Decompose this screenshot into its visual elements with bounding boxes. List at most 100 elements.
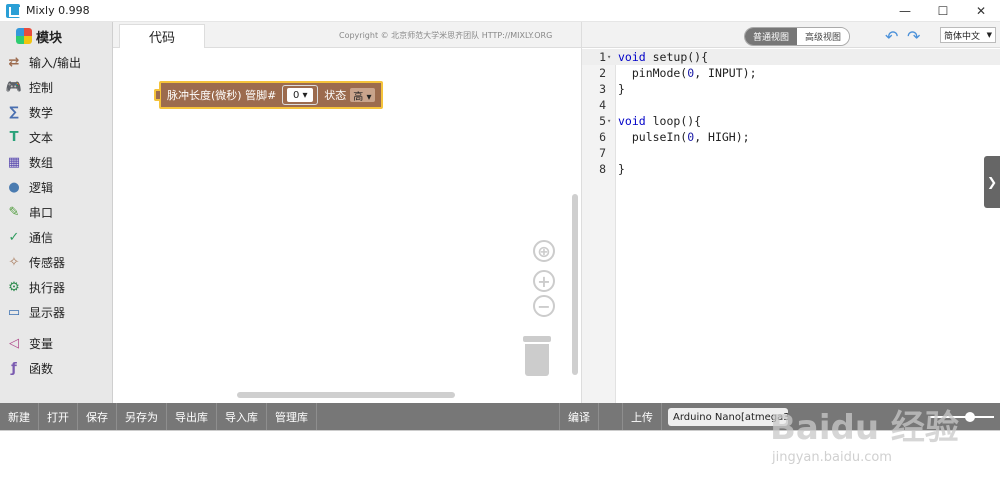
sidebar-header: 模块 xyxy=(0,22,112,50)
code-rest: } xyxy=(618,82,625,96)
actuator-icon: ⚙ xyxy=(8,280,20,295)
undo-icon[interactable]: ↶ xyxy=(885,27,898,46)
fold-marker-icon[interactable]: ▾ xyxy=(606,113,616,129)
monitor-icon: ▭ xyxy=(7,305,21,320)
bulb-icon: ● xyxy=(8,180,20,195)
fold-marker-icon[interactable] xyxy=(606,97,616,113)
recenter-icon[interactable]: ⊕ xyxy=(533,240,555,262)
code-line[interactable]: 5 ▾ void loop(){ xyxy=(582,113,1000,129)
code-editor[interactable]: 1 ▾ void setup(){2 pinMode(0, INPUT); 3} 4 5 ▾… xyxy=(582,49,1000,177)
sidebar-header-label: 模块 xyxy=(36,30,63,46)
line-number: 6 xyxy=(599,130,606,144)
sidebar-item[interactable]: ✎ 串口 xyxy=(0,200,112,225)
fold-marker-icon[interactable] xyxy=(606,129,616,145)
fold-marker-icon[interactable] xyxy=(606,161,616,177)
sidebar-item[interactable]: ∑ 数学 xyxy=(0,100,112,125)
baidu-watermark: Baidu 经验 xyxy=(770,408,959,448)
puzzle-icon xyxy=(16,28,32,44)
sidebar-item[interactable]: ⇄ 输入/输出 xyxy=(0,50,112,75)
minimize-button[interactable]: — xyxy=(886,0,924,22)
sidebar-item-label: 执行器 xyxy=(29,281,66,295)
code-line[interactable]: 4 xyxy=(582,97,1000,113)
state-dropdown[interactable]: 高 ▾ xyxy=(350,88,375,103)
code-number: 0 xyxy=(687,66,695,80)
redo-icon[interactable]: ↷ xyxy=(907,27,920,46)
trash-icon[interactable] xyxy=(523,336,551,376)
maximize-button[interactable]: ☐ xyxy=(924,0,962,22)
title-bar: Mixly 0.998 — ☐ ✕ xyxy=(0,0,1000,22)
tab-code[interactable]: 代码 xyxy=(119,24,205,48)
sidebar-item-label: 输入/输出 xyxy=(29,56,82,70)
zoom-out-icon[interactable]: − xyxy=(533,295,555,317)
line-number: 7 xyxy=(599,146,606,160)
gamepad-icon: 🎮 xyxy=(5,80,23,95)
sidebar-item[interactable]: ▭ 显示器 xyxy=(0,300,112,325)
sidebar-item-label: 显示器 xyxy=(29,306,66,320)
code-keyword: void xyxy=(618,50,646,64)
code-line[interactable]: 3} xyxy=(582,81,1000,97)
sidebar-item[interactable]: ƒ 函数 xyxy=(0,356,112,381)
toolbar-button[interactable]: 导出库 xyxy=(167,403,217,430)
sidebar-item[interactable]: 🎮 控制 xyxy=(0,75,112,100)
compile-button[interactable]: 编译 xyxy=(559,403,599,430)
normal-view-button[interactable]: 普通视图 xyxy=(745,28,798,45)
line-number: 3 xyxy=(599,82,606,96)
window-title: Mixly 0.998 xyxy=(26,4,90,17)
code-line[interactable]: 8} xyxy=(582,161,1000,177)
state-label: 状态 xyxy=(324,89,347,102)
code-line[interactable]: 6 pulseIn(0, HIGH); xyxy=(582,129,1000,145)
sidebar-item-label: 函数 xyxy=(29,362,54,376)
fold-marker-icon[interactable]: ▾ xyxy=(606,49,616,65)
sidebar-item[interactable]: ✓ 通信 xyxy=(0,225,112,250)
zoom-in-icon[interactable]: + xyxy=(533,270,555,292)
window-controls: — ☐ ✕ xyxy=(886,0,1000,22)
code-line[interactable]: 7 xyxy=(582,145,1000,161)
sidebar-item[interactable]: ▦ 数组 xyxy=(0,150,112,175)
close-button[interactable]: ✕ xyxy=(962,0,1000,22)
baidu-watermark-url: jingyan.baidu.com xyxy=(772,450,892,465)
sidebar-item-label: 通信 xyxy=(29,231,54,245)
toolbar-button[interactable]: 另存为 xyxy=(117,403,167,430)
volume-slider-knob[interactable] xyxy=(965,412,975,422)
pin-dropdown[interactable]: 0 ▾ xyxy=(287,88,314,102)
code-line[interactable]: 2 pinMode(0, INPUT); xyxy=(582,65,1000,81)
workspace-tabbar: 代码 Copyright © 北京师范大学米思齐团队 HTTP://MIXLY.… xyxy=(113,22,581,48)
toolbar-button[interactable]: 导入库 xyxy=(217,403,267,430)
fold-marker-icon[interactable] xyxy=(606,65,616,81)
text-T-icon: T xyxy=(9,130,19,145)
code-rest: setup(){ xyxy=(645,50,709,64)
line-number: 8 xyxy=(599,162,606,176)
upload-button[interactable]: 上传 xyxy=(622,403,662,430)
workspace-horizontal-scrollbar[interactable] xyxy=(237,392,455,398)
sidebar-item[interactable]: ✧ 传感器 xyxy=(0,250,112,275)
workspace-vertical-scrollbar[interactable] xyxy=(572,194,578,375)
pin-slot: 0 ▾ xyxy=(282,85,319,105)
sidebar-item-label: 数学 xyxy=(29,106,54,120)
line-number: 4 xyxy=(599,98,606,112)
sidebar-item[interactable]: ⚙ 执行器 xyxy=(0,275,112,300)
io-arrows-icon: ⇄ xyxy=(8,55,20,70)
fold-marker-icon[interactable] xyxy=(606,81,616,97)
panel-toggle-chevron-right-icon[interactable]: ❯ xyxy=(984,156,1000,208)
toolbar-button[interactable]: 管理库 xyxy=(267,403,317,430)
language-select[interactable]: 简体中文 ▼ xyxy=(940,27,996,43)
code-text: void setup(){ xyxy=(616,49,708,65)
chevron-down-icon: ▼ xyxy=(986,31,992,39)
fold-marker-icon[interactable] xyxy=(606,145,616,161)
sidebar-item[interactable]: ● 逻辑 xyxy=(0,175,112,200)
pulse-length-block[interactable]: 脉冲长度(微秒) 管脚# 0 ▾ 状态 高 ▾ xyxy=(154,81,383,109)
advanced-view-button[interactable]: 高级视图 xyxy=(797,28,850,45)
toolbar-button[interactable]: 保存 xyxy=(78,403,117,430)
code-line[interactable]: 1 ▾ void setup(){ xyxy=(582,49,1000,65)
sidebar-item-label: 控制 xyxy=(29,81,54,95)
toolbar-button[interactable]: 打开 xyxy=(39,403,78,430)
antenna-icon: ✓ xyxy=(8,230,20,245)
sidebar-item[interactable]: ◁ 变量 xyxy=(0,331,112,356)
code-toolbar: 普通视图 高级视图 ↶ ↷ 简体中文 ▼ xyxy=(582,22,1000,48)
toolbar-button[interactable]: 新建 xyxy=(0,403,39,430)
code-rest: pinMode(0, INPUT); xyxy=(618,66,757,80)
blockly-workspace[interactable]: 代码 Copyright © 北京师范大学米思齐团队 HTTP://MIXLY.… xyxy=(113,22,581,403)
sidebar-item[interactable]: T 文本 xyxy=(0,125,112,150)
block-label: 脉冲长度(微秒) 管脚# xyxy=(167,89,277,102)
